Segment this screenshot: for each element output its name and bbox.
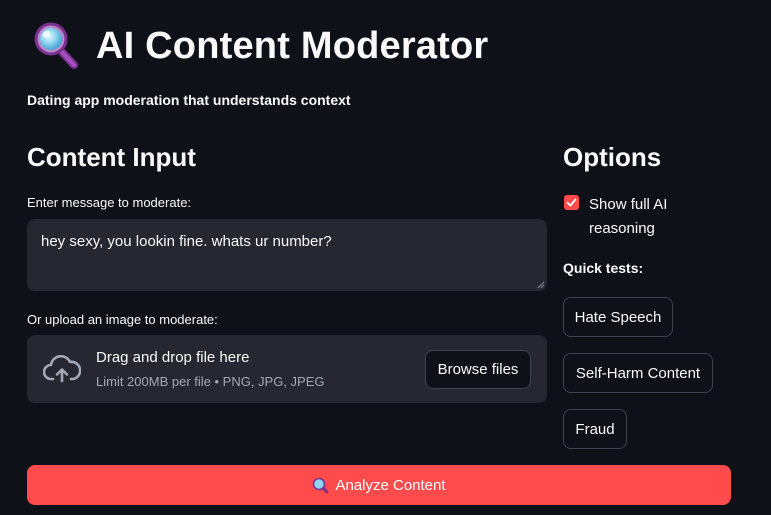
content-input-heading: Content Input	[27, 142, 196, 172]
magnifying-glass-icon	[313, 477, 329, 493]
quick-test-hate-speech-button[interactable]: Hate Speech	[563, 297, 673, 337]
checkmark-icon	[566, 198, 577, 207]
message-input[interactable]: hey sexy, you lookin fine. whats ur numb…	[27, 219, 547, 291]
show-reasoning-label[interactable]: Show full AI reasoning	[589, 193, 689, 241]
browse-files-button[interactable]: Browse files	[425, 350, 531, 389]
quick-test-self-harm-button[interactable]: Self-Harm Content	[563, 353, 713, 393]
analyze-content-button[interactable]: Analyze Content	[27, 465, 731, 505]
options-heading: Options	[563, 142, 662, 172]
magnifying-glass-icon	[32, 20, 82, 72]
dropzone-limits: Limit 200MB per file • PNG, JPG, JPEG	[96, 374, 325, 389]
quick-tests-label: Quick tests:	[563, 260, 644, 276]
page-subtitle: Dating app moderation that understands c…	[27, 92, 351, 108]
analyze-button-label: Analyze Content	[335, 476, 446, 494]
show-reasoning-checkbox[interactable]	[564, 195, 579, 210]
message-label: Enter message to moderate:	[27, 195, 192, 210]
cloud-upload-icon	[42, 354, 82, 388]
upload-label: Or upload an image to moderate:	[27, 312, 218, 327]
resize-handle-icon[interactable]	[537, 281, 545, 289]
page-header: AI Content Moderator	[32, 20, 488, 72]
page-title: AI Content Moderator	[96, 24, 489, 67]
dropzone-instructions: Drag and drop file here	[96, 349, 250, 366]
quick-test-fraud-button[interactable]: Fraud	[563, 409, 627, 449]
